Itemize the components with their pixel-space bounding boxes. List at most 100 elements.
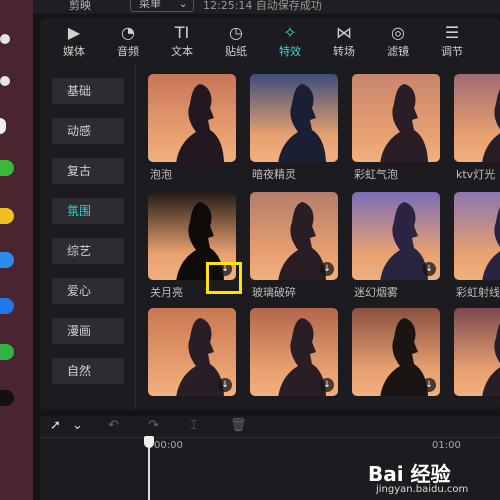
playhead-handle[interactable] <box>144 436 154 448</box>
silhouette-thumbnail <box>278 84 326 162</box>
tab-label: 媒体 <box>63 45 85 58</box>
download-icon[interactable]: ↓ <box>320 262 334 276</box>
os-app-icon[interactable] <box>0 118 6 134</box>
menu-label: 菜单 <box>139 0 161 10</box>
tab-effects[interactable]: ✧ 特效 <box>264 18 316 64</box>
silhouette-thumbnail <box>176 318 224 396</box>
tab-label: 贴纸 <box>225 45 247 58</box>
time-label: 01:00 <box>432 440 461 451</box>
category-love[interactable]: 爱心 <box>52 278 124 304</box>
silhouette-thumbnail <box>380 202 428 280</box>
baidu-watermark: Bai 经验 jingyan.baidu.com <box>368 458 498 498</box>
select-cursor-icon[interactable]: ➚ <box>50 418 61 433</box>
app-titlebar: 剪映 菜单 ⌄ 12:25:14 自动保存成功 <box>33 0 500 14</box>
effect-card[interactable] <box>454 308 500 396</box>
silhouette-thumbnail <box>176 84 224 162</box>
effect-card[interactable] <box>148 74 236 162</box>
effect-label: 泡泡 <box>150 168 172 181</box>
materials-tabbar: ▶ 媒体 ◔ 音频 TI 文本 ◷ 贴纸 ✧ 特效 ⋈ 转场 ◎ 滤镜 ☰ 调节 <box>40 18 500 64</box>
media-icon: ▶ <box>67 23 81 42</box>
tab-sticker[interactable]: ◷ 贴纸 <box>210 18 262 64</box>
tab-media[interactable]: ▶ 媒体 <box>48 18 100 64</box>
silhouette-thumbnail <box>482 89 500 162</box>
silhouette-thumbnail <box>482 207 500 280</box>
tab-label: 滤镜 <box>387 45 409 58</box>
effects-grid: 泡泡 暗夜精灵 彩虹气泡 ktv灯光 ↓ ↓ ↓ 关月亮 玻璃破碎 迷幻烟雾 彩… <box>136 64 500 410</box>
effect-card[interactable] <box>454 192 500 280</box>
category-retro[interactable]: 复古 <box>52 158 124 184</box>
sticker-icon: ◷ <box>229 23 243 42</box>
silhouette-thumbnail <box>380 318 428 396</box>
wechat-icon[interactable] <box>0 344 14 360</box>
chevron-down-icon[interactable]: ⌄ <box>72 418 83 433</box>
timeline-ruler[interactable]: 00:00 01:00 <box>40 440 500 454</box>
undo-icon[interactable]: ↶ <box>108 418 119 433</box>
tab-label: 调节 <box>441 45 463 58</box>
effect-card[interactable]: ↓ <box>352 308 440 396</box>
effect-label: 彩虹气泡 <box>354 168 398 181</box>
text-icon: TI <box>174 23 190 42</box>
time-label: 00:00 <box>154 440 183 451</box>
effect-label: ktv灯光 <box>456 168 496 181</box>
silhouette-thumbnail <box>278 202 326 280</box>
redo-icon[interactable]: ↷ <box>148 418 159 433</box>
highlight-box <box>206 262 242 294</box>
tab-text[interactable]: TI 文本 <box>156 18 208 64</box>
download-icon[interactable]: ↓ <box>320 378 334 392</box>
tab-transition[interactable]: ⋈ 转场 <box>318 18 370 64</box>
menu-dropdown[interactable]: 菜单 ⌄ <box>130 0 194 12</box>
tab-filter[interactable]: ◎ 滤镜 <box>372 18 424 64</box>
effect-card[interactable]: ↓ <box>250 308 338 396</box>
os-app-icon[interactable] <box>0 208 14 224</box>
effect-label: 彩虹射线 <box>456 286 500 299</box>
transition-icon: ⋈ <box>336 23 352 42</box>
delete-icon[interactable]: 🗑 <box>230 418 247 433</box>
silhouette-thumbnail <box>380 84 428 162</box>
os-app-icon[interactable] <box>0 160 14 176</box>
tab-label: 文本 <box>171 45 193 58</box>
download-icon[interactable]: ↓ <box>422 378 436 392</box>
category-atmosphere[interactable]: 氛围 <box>52 198 124 224</box>
autosave-status: 12:25:14 自动保存成功 <box>203 0 322 12</box>
os-app-icon[interactable] <box>0 34 10 44</box>
tab-label: 转场 <box>333 45 355 58</box>
category-comic[interactable]: 漫画 <box>52 318 124 344</box>
os-app-icon[interactable] <box>0 76 10 86</box>
app-name: 剪映 <box>69 0 91 12</box>
effect-card[interactable]: ↓ <box>352 192 440 280</box>
audio-icon: ◔ <box>121 23 135 42</box>
effect-card[interactable] <box>454 74 500 162</box>
tab-label: 音频 <box>117 45 139 58</box>
effects-icon: ✧ <box>283 23 297 42</box>
effect-label: 关月亮 <box>150 286 183 299</box>
watermark-url: jingyan.baidu.com <box>376 484 469 495</box>
effect-card[interactable] <box>352 74 440 162</box>
tab-label: 特效 <box>279 45 301 58</box>
category-variety[interactable]: 综艺 <box>52 238 124 264</box>
filter-icon: ◎ <box>391 23 405 42</box>
silhouette-thumbnail <box>278 318 326 396</box>
category-dynamic[interactable]: 动感 <box>52 118 124 144</box>
effect-label: 迷幻烟雾 <box>354 286 398 299</box>
category-basic[interactable]: 基础 <box>52 78 124 104</box>
capcut-icon[interactable] <box>0 390 14 406</box>
effects-category-sidebar: 基础 动感 复古 氛围 综艺 爱心 漫画 自然 <box>40 64 136 410</box>
timeline-toolbar: ➚ ⌄ ↶ ↷ ⌶ 🗑 <box>40 416 500 438</box>
effect-card[interactable] <box>250 74 338 162</box>
category-nature[interactable]: 自然 <box>52 358 124 384</box>
download-icon[interactable]: ↓ <box>218 378 232 392</box>
chevron-down-icon: ⌄ <box>178 0 188 10</box>
download-icon[interactable]: ↓ <box>422 262 436 276</box>
materials-panel: ▶ 媒体 ◔ 音频 TI 文本 ◷ 贴纸 ✧ 特效 ⋈ 转场 ◎ 滤镜 ☰ 调节 <box>40 18 500 410</box>
os-app-icon[interactable] <box>0 298 14 314</box>
adjust-icon: ☰ <box>444 23 460 42</box>
effect-card[interactable]: ↓ <box>250 192 338 280</box>
tab-adjust[interactable]: ☰ 调节 <box>426 18 478 64</box>
split-icon[interactable]: ⌶ <box>190 418 198 433</box>
effect-label: 玻璃破碎 <box>252 286 296 299</box>
effect-card[interactable]: ↓ <box>148 308 236 396</box>
os-app-icon[interactable] <box>0 252 14 268</box>
tab-audio[interactable]: ◔ 音频 <box>102 18 154 64</box>
os-taskbar <box>0 0 33 500</box>
watermark-text: Bai 经验 <box>368 462 451 486</box>
